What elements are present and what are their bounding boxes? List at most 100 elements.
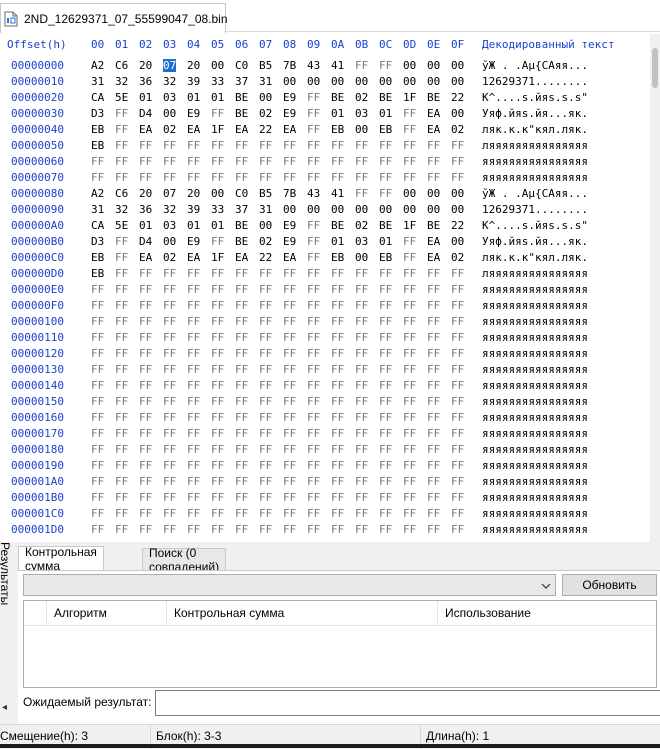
hex-byte[interactable]: FF (379, 459, 392, 472)
hex-byte[interactable]: 01 (187, 219, 200, 232)
hex-byte[interactable]: FF (139, 443, 152, 456)
hex-byte[interactable]: FF (355, 379, 368, 392)
hex-byte[interactable]: FF (115, 363, 128, 376)
hex-byte[interactable]: FF (379, 299, 392, 312)
hex-byte[interactable]: FF (451, 523, 464, 536)
hex-byte[interactable]: FF (259, 315, 272, 328)
hex-byte[interactable]: FF (331, 395, 344, 408)
hex-byte[interactable]: FF (163, 155, 176, 168)
hex-editor[interactable]: Offset(h) 00 01 02 03 04 05 06 07 08 09 0A 0B 0C 0D 0E 0… (0, 34, 650, 542)
hex-byte[interactable]: FF (163, 331, 176, 344)
hex-byte[interactable]: FF (91, 315, 104, 328)
hex-byte[interactable]: FF (139, 315, 152, 328)
hex-byte[interactable]: EA (427, 235, 440, 248)
hex-byte[interactable]: FF (115, 267, 128, 280)
hex-byte[interactable]: 1F (211, 251, 224, 264)
hex-byte[interactable]: 41 (331, 187, 344, 200)
hex-byte[interactable]: FF (283, 507, 296, 520)
hex-byte[interactable]: 22 (259, 123, 272, 136)
hex-byte[interactable]: FF (331, 283, 344, 296)
expected-result-input[interactable] (155, 690, 660, 716)
hex-byte[interactable]: FF (427, 363, 440, 376)
hex-byte[interactable]: 02 (451, 123, 464, 136)
decoded-text[interactable]: яяяяяяяяяяяяяяяя (482, 507, 588, 520)
hex-byte[interactable]: 43 (307, 187, 320, 200)
hex-byte[interactable]: FF (403, 171, 416, 184)
hex-byte[interactable]: FF (283, 523, 296, 536)
hex-byte[interactable]: FF (307, 283, 320, 296)
hex-byte[interactable]: FF (211, 171, 224, 184)
hex-byte[interactable]: FF (307, 427, 320, 440)
hex-byte[interactable]: FF (91, 347, 104, 360)
hex-byte[interactable]: EB (91, 139, 104, 152)
hex-byte[interactable]: FF (139, 523, 152, 536)
hex-byte[interactable]: 00 (427, 203, 440, 216)
hex-byte[interactable]: FF (307, 139, 320, 152)
hex-byte[interactable]: 32 (163, 75, 176, 88)
decoded-text[interactable]: яяяяяяяяяяяяяяяя (482, 155, 588, 168)
hex-byte[interactable]: FF (331, 347, 344, 360)
hex-byte[interactable]: FF (211, 411, 224, 424)
hex-byte[interactable]: FF (403, 267, 416, 280)
hex-byte[interactable]: BE (427, 91, 440, 104)
pin-icon[interactable]: ◂ (2, 702, 7, 713)
hex-byte[interactable]: FF (211, 379, 224, 392)
decoded-text[interactable]: яяяяяяяяяяяяяяяя (482, 283, 588, 296)
hex-byte[interactable]: E9 (283, 91, 296, 104)
hex-byte[interactable]: FF (307, 379, 320, 392)
hex-byte[interactable]: FF (211, 139, 224, 152)
hex-byte[interactable]: FF (307, 411, 320, 424)
hex-byte[interactable]: 32 (115, 75, 128, 88)
hex-byte[interactable]: FF (451, 379, 464, 392)
hex-byte[interactable]: 00 (283, 203, 296, 216)
hex-byte[interactable]: FF (355, 395, 368, 408)
hex-byte[interactable]: BE (235, 235, 248, 248)
hex-byte[interactable]: FF (259, 395, 272, 408)
hex-byte[interactable]: E9 (283, 107, 296, 120)
hex-byte[interactable]: FF (115, 251, 128, 264)
hex-byte[interactable]: FF (427, 171, 440, 184)
hex-byte[interactable]: FF (331, 379, 344, 392)
hex-byte[interactable]: FF (163, 283, 176, 296)
hex-byte[interactable]: FF (283, 139, 296, 152)
hex-byte[interactable]: FF (283, 411, 296, 424)
decoded-text[interactable]: яяяяяяяяяяяяяяяя (482, 459, 588, 472)
decoded-text[interactable]: яяяяяяяяяяяяяяяя (482, 411, 588, 424)
hex-byte[interactable]: 31 (91, 203, 104, 216)
hex-byte[interactable]: FF (139, 379, 152, 392)
hex-byte[interactable]: FF (163, 315, 176, 328)
hex-byte[interactable]: FF (451, 155, 464, 168)
selected-byte[interactable]: 07 (163, 59, 177, 72)
hex-byte[interactable]: FF (187, 299, 200, 312)
hex-byte[interactable]: FF (403, 507, 416, 520)
hex-byte[interactable]: FF (139, 347, 152, 360)
hex-byte[interactable]: FF (163, 171, 176, 184)
hex-byte[interactable]: 00 (331, 75, 344, 88)
hex-byte[interactable]: 00 (451, 107, 464, 120)
hex-byte[interactable]: FF (259, 475, 272, 488)
hex-byte[interactable]: 33 (211, 75, 224, 88)
hex-byte[interactable]: FF (139, 395, 152, 408)
hex-byte[interactable]: 00 (355, 123, 368, 136)
hex-byte[interactable]: FF (283, 267, 296, 280)
hex-byte[interactable]: FF (403, 123, 416, 136)
hex-byte[interactable]: FF (451, 299, 464, 312)
tab-checksum[interactable]: Контрольная сумма (18, 545, 104, 573)
hex-byte[interactable]: FF (427, 283, 440, 296)
hex-byte[interactable]: FF (403, 139, 416, 152)
hex-byte[interactable]: 00 (355, 203, 368, 216)
hex-byte[interactable]: FF (451, 443, 464, 456)
hex-byte[interactable]: BE (331, 91, 344, 104)
hex-byte[interactable]: FF (379, 363, 392, 376)
hex-byte[interactable]: BE (235, 107, 248, 120)
hex-byte[interactable]: FF (403, 251, 416, 264)
decoded-text[interactable]: ўЖ . .Аµ{CAяя... (482, 187, 588, 200)
hex-byte[interactable]: BE (331, 219, 344, 232)
hex-byte[interactable]: FF (427, 411, 440, 424)
hex-byte[interactable]: 37 (235, 203, 248, 216)
hex-byte[interactable]: FF (331, 411, 344, 424)
hex-byte[interactable]: FF (283, 475, 296, 488)
hex-byte[interactable]: FF (283, 395, 296, 408)
hex-byte[interactable]: FF (355, 139, 368, 152)
hex-byte[interactable]: FF (427, 267, 440, 280)
